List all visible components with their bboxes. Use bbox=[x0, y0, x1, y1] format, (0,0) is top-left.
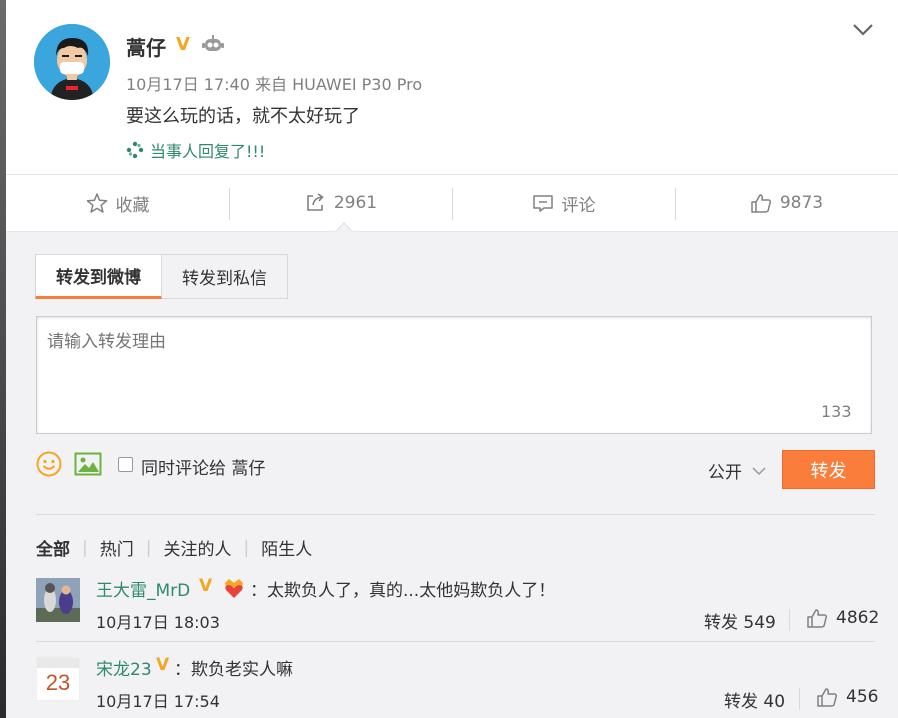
filter-separator: | bbox=[243, 537, 250, 558]
like-button[interactable]: 9873 bbox=[675, 175, 898, 231]
repost-like-count: 4862 bbox=[836, 608, 880, 628]
also-comment-checkbox[interactable] bbox=[118, 457, 133, 472]
repost-time: 10月17日 18:03 bbox=[96, 613, 220, 632]
comment-icon bbox=[532, 195, 553, 212]
privacy-dropdown[interactable]: 公开 bbox=[708, 458, 766, 483]
forward-submit-button[interactable]: 转发 bbox=[782, 450, 875, 489]
post-meta: 10月17日 17:40 来自 HUAWEI P30 Pro bbox=[126, 75, 423, 94]
active-caret bbox=[335, 222, 353, 232]
repost-like-button[interactable]: 456 bbox=[816, 686, 878, 708]
action-separator bbox=[789, 609, 790, 631]
comment-button[interactable]: 评论 bbox=[452, 175, 675, 231]
robot-icon bbox=[202, 35, 224, 51]
reply-note[interactable]: 当事人回复了!!! bbox=[126, 138, 265, 162]
reply-note-text: 当事人回复了!!! bbox=[150, 142, 266, 161]
repost-panel: 转发到微博 转发到私信 133 同时评论给 蒿仔 公开 转发 全部 bbox=[6, 232, 898, 718]
verified-badge: V bbox=[176, 34, 190, 55]
repost-filter-bar: 全部 | 热门 | 关注的人 | 陌生人 bbox=[36, 535, 312, 561]
tab-repost-private[interactable]: 转发到私信 bbox=[162, 254, 288, 299]
section-divider bbox=[36, 514, 875, 515]
filter-separator: | bbox=[145, 537, 152, 558]
tab-repost-weibo[interactable]: 转发到微博 bbox=[35, 254, 162, 299]
avatar[interactable] bbox=[36, 578, 80, 622]
filter-all[interactable]: 全部 bbox=[36, 535, 70, 560]
author-avatar[interactable] bbox=[34, 24, 110, 100]
post-text: 要这么玩的话，就不太好玩了 bbox=[126, 106, 360, 127]
thumbs-up-icon bbox=[817, 688, 838, 707]
crown-heart-icon bbox=[225, 579, 243, 598]
also-comment-label[interactable]: 同时评论给 蒿仔 bbox=[141, 454, 265, 479]
repost-username[interactable]: 王大雷_MrD bbox=[96, 576, 190, 601]
thumbs-up-icon bbox=[751, 194, 771, 213]
emoji-icon[interactable] bbox=[36, 451, 62, 477]
repost-time: 10月17日 17:54 bbox=[96, 692, 220, 711]
repost-like-count: 456 bbox=[846, 687, 879, 707]
image-icon[interactable] bbox=[74, 451, 102, 477]
repost-reason-input[interactable] bbox=[36, 316, 872, 434]
like-count: 9873 bbox=[779, 193, 824, 213]
favorite-button[interactable]: 收藏 bbox=[6, 175, 229, 231]
filter-following[interactable]: 关注的人 bbox=[163, 535, 231, 560]
repost-username[interactable]: 宋龙23 bbox=[96, 655, 152, 680]
row-divider bbox=[36, 641, 875, 642]
verified-badge: V bbox=[199, 576, 213, 596]
repost-count: 2961 bbox=[333, 193, 378, 213]
author-name[interactable]: 蒿仔 bbox=[126, 32, 166, 61]
repost-text: ：欺负老实人嘛 bbox=[174, 660, 293, 680]
char-counter: 133 bbox=[821, 402, 852, 421]
avatar-number: 23 bbox=[45, 670, 71, 695]
share-icon bbox=[307, 193, 324, 211]
chevron-down-icon[interactable] bbox=[852, 22, 874, 38]
filter-separator: | bbox=[82, 537, 88, 558]
pinwheel-icon bbox=[126, 141, 144, 159]
repost-like-button[interactable]: 4862 bbox=[806, 607, 879, 629]
action-separator bbox=[799, 688, 800, 710]
verified-badge: V bbox=[156, 655, 170, 675]
comment-label: 评论 bbox=[561, 195, 596, 216]
repost-forward-button[interactable]: 转发 549 bbox=[704, 608, 776, 633]
avatar[interactable]: 23 bbox=[36, 657, 80, 701]
repost-tabs: 转发到微博 转发到私信 bbox=[35, 254, 288, 299]
post-action-bar: 收藏 2961 评论 9873 bbox=[6, 174, 898, 232]
chevron-down-icon bbox=[752, 466, 766, 475]
repost-forward-button[interactable]: 转发 40 bbox=[724, 687, 785, 712]
filter-strangers[interactable]: 陌生人 bbox=[261, 535, 312, 560]
weibo-post-card: 蒿仔 V 10月17日 17:40 来自 HUAWEI P30 Pro 要这么玩… bbox=[6, 0, 898, 718]
filter-hot[interactable]: 热门 bbox=[100, 535, 134, 560]
privacy-value: 公开 bbox=[708, 463, 742, 483]
star-icon bbox=[86, 193, 107, 213]
favorite-label: 收藏 bbox=[115, 195, 150, 216]
repost-text: ：太欺负人了，真的...太他妈欺负人了！ bbox=[250, 581, 556, 601]
thumbs-up-icon bbox=[807, 609, 828, 628]
